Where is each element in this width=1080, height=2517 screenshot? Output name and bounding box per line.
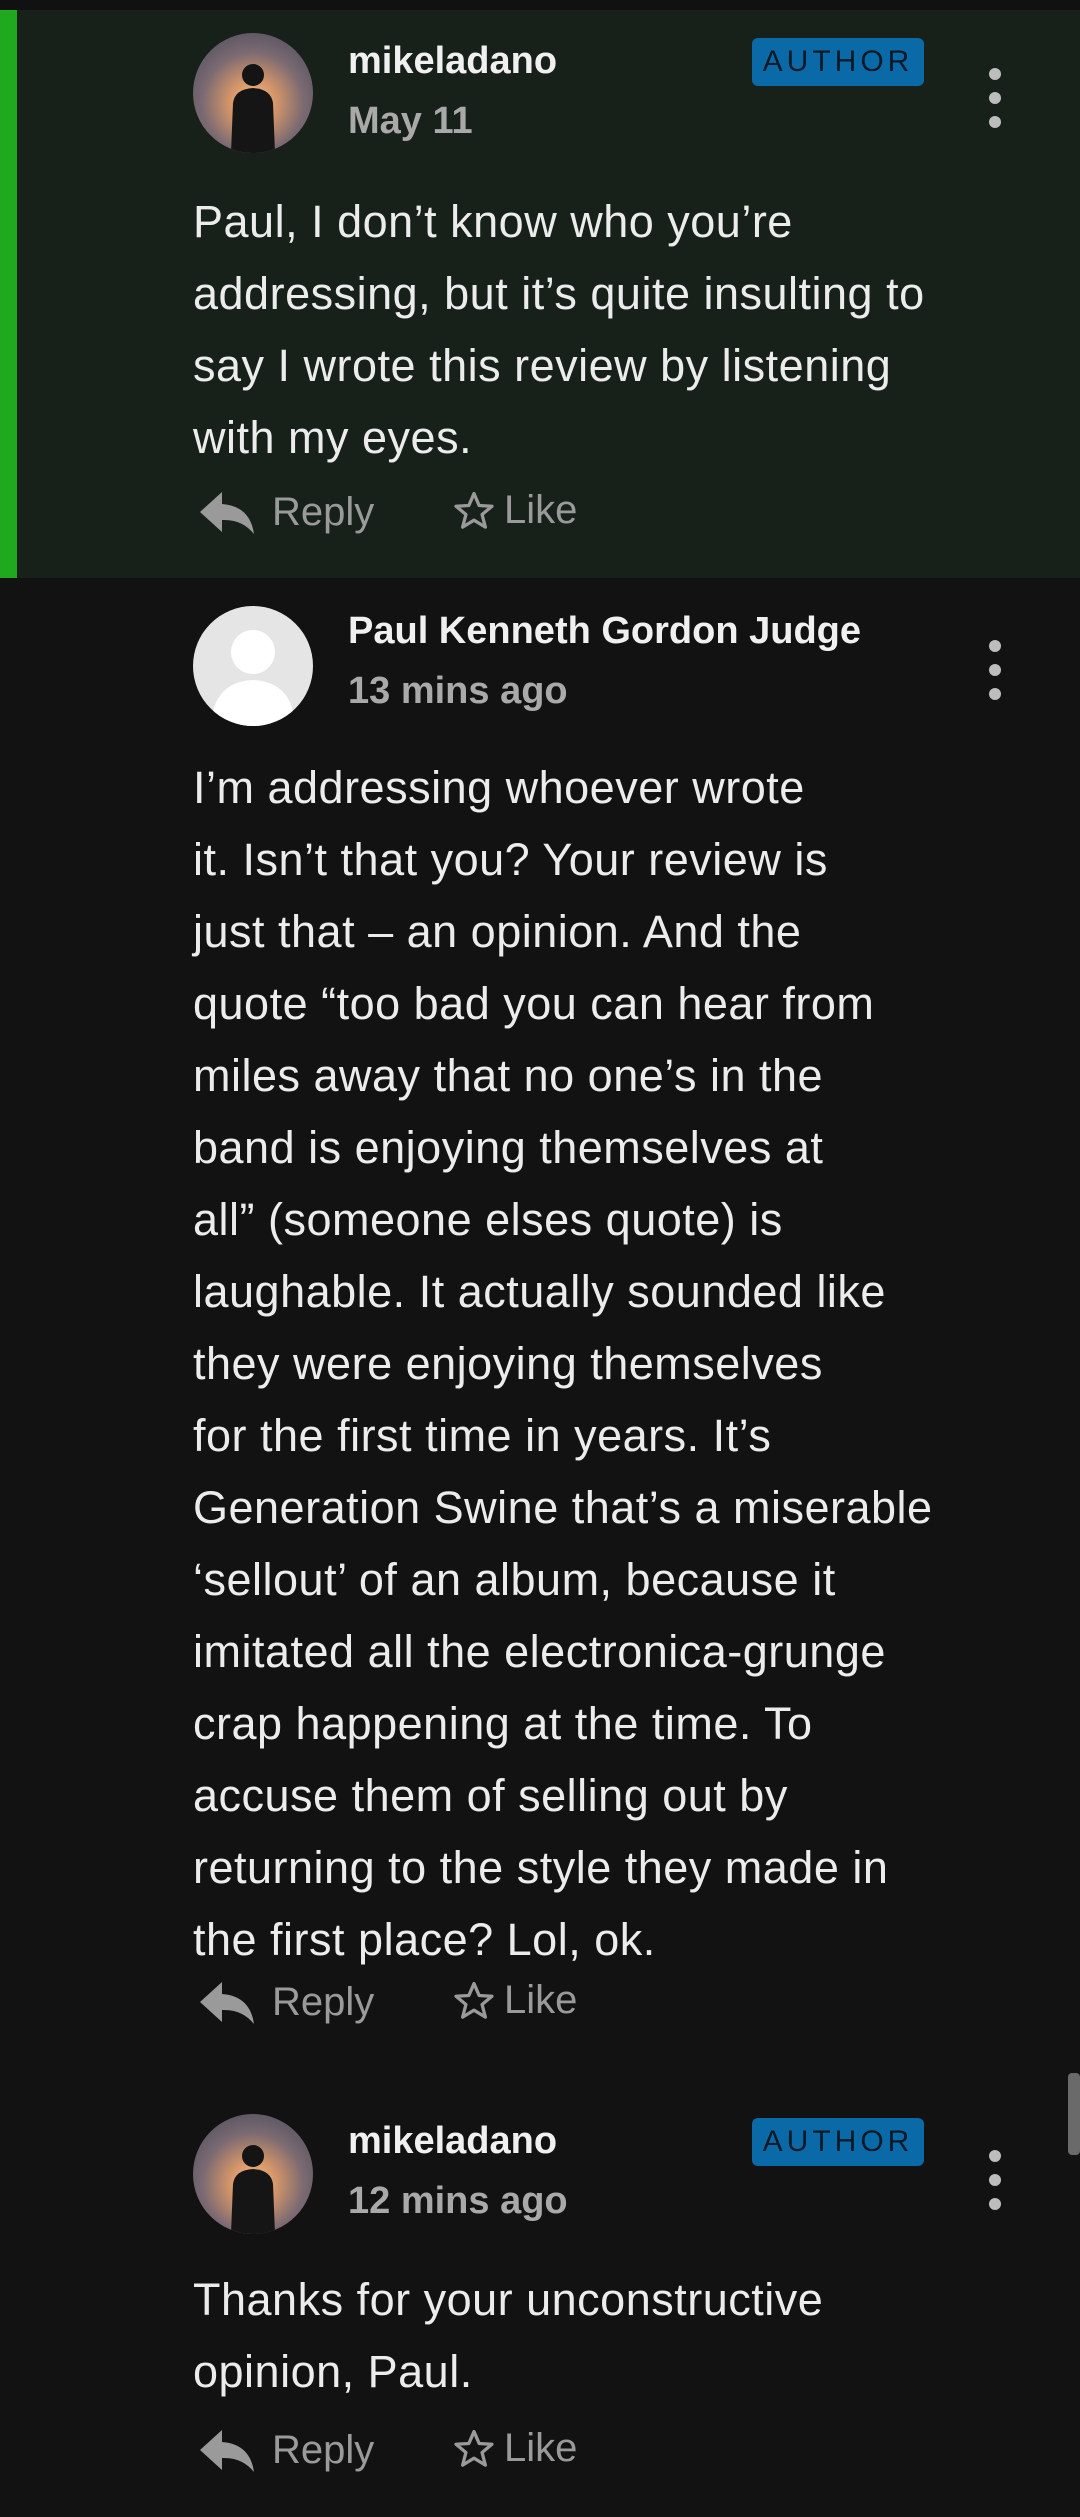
comment-line: Thanks for your unconstructive [193,2274,824,2325]
comment-line: laughable. It actually sounded like [193,1266,886,1317]
star-icon [454,491,494,529]
like-label: Like [504,2426,578,2470]
comment-line: accuse them of selling out by [193,1770,788,1821]
like-button[interactable]: Like [452,488,577,533]
comment-line: imitated all the electronica-grunge [193,1626,886,1677]
person-silhouette-icon [231,2145,275,2234]
comment-line: returning to the style they made in [193,1842,889,1893]
comment-line: all” (someone elses quote) is [193,1194,783,1245]
comment-line: crap happening at the time. To [193,1698,813,1749]
comment-line: opinion, Paul. [193,2346,473,2397]
like-label: Like [504,488,578,532]
comment-line: quote “too bad you can hear from [193,978,875,1029]
star-icon [454,2429,494,2467]
highlight-accent-bar [0,10,17,578]
comment-line: say I wrote this review by listening [193,340,892,391]
like-button[interactable]: Like [452,2426,577,2471]
more-options-icon[interactable] [980,640,1010,700]
comment-line: ‘sellout’ of an album, because it [193,1554,836,1605]
comment-line: just that – an opinion. And the [193,906,802,957]
reply-button[interactable]: Reply [198,2426,374,2474]
comment-highlighted: mikeladano AUTHOR May 11 Paul, I don’t k… [0,10,1080,578]
scrollbar-thumb[interactable] [1068,2073,1080,2155]
comment-username[interactable]: Paul Kenneth Gordon Judge [348,610,861,653]
comment: mikeladano AUTHOR 12 mins ago Thanks for… [0,2092,1080,2517]
comment-username[interactable]: mikeladano [348,40,557,83]
like-button[interactable]: Like [452,1978,577,2023]
comment-line: with my eyes. [193,412,473,463]
default-user-icon [211,630,295,726]
comment-line: the first place? Lol, ok. [193,1914,656,1965]
comment-line: Generation Swine that’s a miserable [193,1482,933,1533]
comment-username[interactable]: mikeladano [348,2120,557,2163]
comment-line: Paul, I don’t know who you’re [193,196,793,247]
reply-arrow-icon [200,492,254,534]
like-label: Like [504,1978,578,2022]
comment-line: it. Isn’t that you? Your review is [193,834,828,885]
more-options-icon[interactable] [980,68,1010,128]
comment-timestamp: 12 mins ago [348,2180,568,2222]
comment-line: miles away that no one’s in the [193,1050,824,1101]
author-badge: AUTHOR [752,2118,924,2166]
avatar[interactable] [193,33,313,153]
comment-line: addressing, but it’s quite insulting to [193,268,925,319]
reply-button[interactable]: Reply [198,1978,374,2026]
star-icon [454,1981,494,2019]
comment-timestamp: May 11 [348,100,473,142]
reply-label: Reply [272,2427,375,2472]
reply-arrow-icon [200,1982,254,2024]
comment-line: band is enjoying themselves at [193,1122,824,1173]
avatar[interactable] [193,2114,313,2234]
comment-body: Thanks for your unconstructive opinion, … [193,2264,1053,2408]
author-badge: AUTHOR [752,38,924,86]
reply-label: Reply [272,1979,375,2024]
reply-button[interactable]: Reply [198,488,374,536]
comment-line: I’m addressing whoever wrote [193,762,805,813]
more-options-icon[interactable] [980,2150,1010,2210]
comment-line: for the first time in years. It’s [193,1410,772,1461]
comment: Paul Kenneth Gordon Judge 13 mins ago I’… [0,578,1080,2092]
reply-arrow-icon [200,2430,254,2472]
person-silhouette-icon [231,64,275,153]
avatar[interactable] [193,606,313,726]
reply-label: Reply [272,489,375,534]
top-edge [0,0,1080,10]
comment-body: I’m addressing whoever wrote it. Isn’t t… [193,752,1053,1976]
comment-body: Paul, I don’t know who you’re addressing… [193,186,1053,474]
comment-line: they were enjoying themselves [193,1338,823,1389]
comment-timestamp: 13 mins ago [348,670,568,712]
